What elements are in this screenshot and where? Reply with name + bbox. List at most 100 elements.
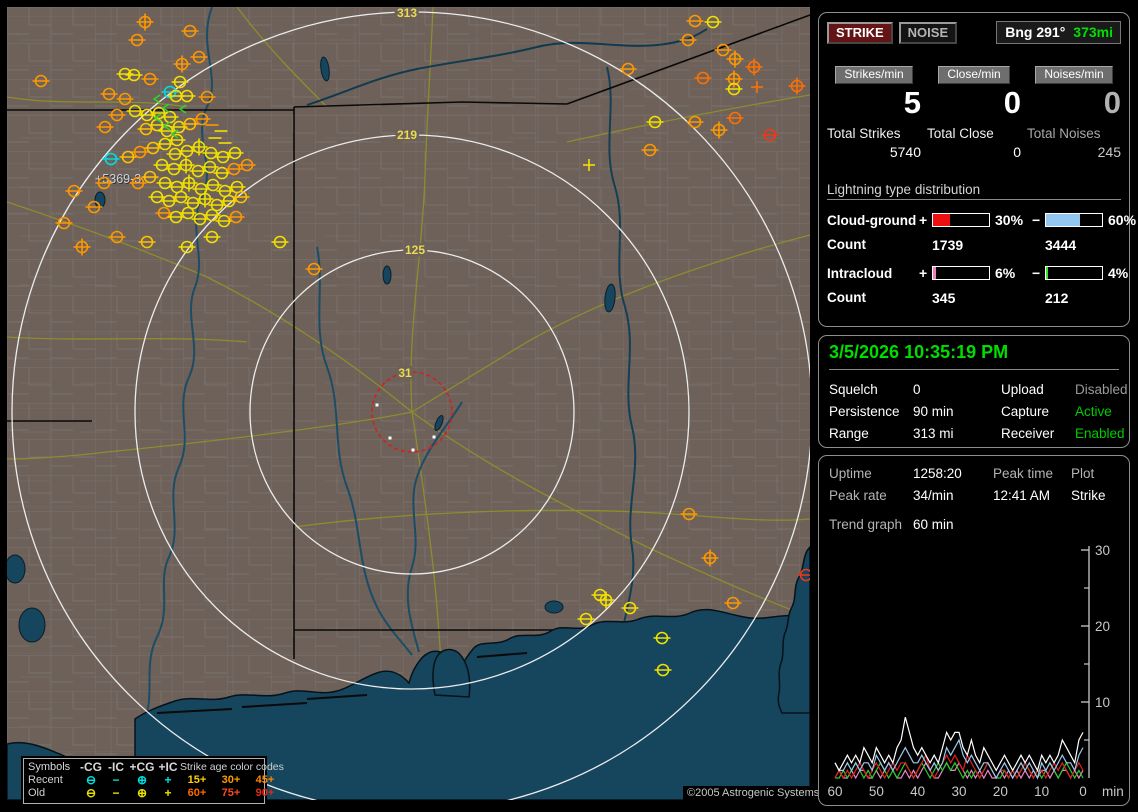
age-90: 90+ <box>255 787 275 799</box>
intracloud-count-row: Count 345 212 <box>827 290 1121 306</box>
app-root: { "header": { "strike_btn": "STRIKE", "n… <box>0 0 1138 812</box>
minus-sign: − <box>1032 265 1041 281</box>
peak-rate-label: Peak rate <box>829 488 887 503</box>
close-per-min-counter: Close/min 0 Total Close 0 <box>927 66 1021 160</box>
count-label: Count <box>827 237 866 252</box>
ic-positive-count: 345 <box>932 290 956 306</box>
plot-value: Strike <box>1071 488 1106 503</box>
cg-negative-pct: 60% <box>1108 212 1137 228</box>
datetime-display: 3/5/2026 10:35:19 PM <box>829 342 1119 370</box>
noise-toggle-button[interactable]: NOISE <box>898 21 958 44</box>
ic-negative-count: 212 <box>1045 290 1069 306</box>
circle-plus-icon: ⊕ <box>136 786 148 800</box>
squelch-value: 0 <box>913 382 921 397</box>
map-canvas: 31321912531 +5369-3 <box>7 7 810 800</box>
strike-stats-panel: STRIKE NOISE Bng 291° 373mi Strikes/min 5… <box>818 12 1136 327</box>
noises-per-min-label: Noises/min <box>1035 66 1113 84</box>
svg-text:min: min <box>1102 784 1124 799</box>
copyright-text: ©2005 Astrogenic Systems <box>683 786 825 801</box>
ic-negative-pct: 4% <box>1108 265 1129 281</box>
receiver-status: Enabled <box>1075 426 1125 441</box>
svg-text:219: 219 <box>397 128 417 142</box>
minus-icon: − <box>112 786 120 800</box>
capture-label: Capture <box>1001 404 1050 419</box>
ic-positive-bar <box>932 266 990 280</box>
svg-text:30: 30 <box>951 784 966 799</box>
svg-text:0: 0 <box>1079 784 1087 799</box>
total-close-label: Total Close <box>927 126 994 141</box>
cloud-ground-label: Cloud-ground <box>827 212 917 228</box>
uptime-label: Uptime <box>829 466 872 481</box>
age-30: 30+ <box>221 774 241 786</box>
count-label: Count <box>827 290 866 305</box>
minus-sign: − <box>1032 212 1041 228</box>
lightning-map[interactable]: 313 219 125 31 +5369-3 Symbols -CG -IC +CG … <box>7 7 825 804</box>
legend-old-label: Old <box>28 787 46 799</box>
bearing-value: Bng 291° <box>1005 24 1066 40</box>
noises-per-min-value: 0 <box>1103 85 1121 120</box>
age-45: 45+ <box>255 774 275 786</box>
capture-status: Active <box>1075 404 1112 419</box>
cloud-ground-count-row: Count 1739 3444 <box>827 237 1121 253</box>
total-noises-value: 245 <box>1097 144 1121 160</box>
cloud-ground-row: Cloud-ground + 30% − 60% <box>827 212 1136 228</box>
legend-symbols-header: Symbols <box>28 761 71 773</box>
upload-status: Disabled <box>1075 382 1128 397</box>
peak-time-label: Peak time <box>993 466 1054 481</box>
strikes-per-min-counter: Strikes/min 5 Total Strikes 5740 <box>827 66 921 160</box>
svg-text:31: 31 <box>398 366 412 380</box>
noises-per-min-counter: Noises/min 0 Total Noises 245 <box>1027 66 1121 160</box>
squelch-label: Squelch <box>829 382 878 397</box>
range-value: 313 mi <box>913 426 954 441</box>
cg-negative-count: 3444 <box>1045 237 1077 253</box>
ic-positive-pct: 6% <box>995 265 1016 281</box>
legend-recent-label: Recent <box>28 774 63 786</box>
peak-time-value: 12:41 AM <box>993 488 1051 503</box>
range-label: Range <box>829 426 869 441</box>
distribution-title: Lightning type distribution <box>827 182 1121 200</box>
uptime-value: 1258:20 <box>913 466 962 481</box>
svg-text:125: 125 <box>405 243 425 257</box>
close-per-min-label: Close/min <box>938 66 1010 84</box>
plus-sign: + <box>919 212 928 228</box>
trend-graph-value: 60 min <box>913 517 954 532</box>
trend-panel: Uptime 1258:20 Peak time Plot Peak rate … <box>818 455 1130 806</box>
svg-text:313: 313 <box>397 7 417 20</box>
svg-text:60: 60 <box>827 784 842 799</box>
intracloud-row: Intracloud + 6% − 4% <box>827 265 1128 281</box>
upload-label: Upload <box>1001 382 1044 397</box>
svg-text:20: 20 <box>993 784 1008 799</box>
strikes-per-min-value: 5 <box>903 85 921 120</box>
symbol-legend: Symbols -CG -IC +CG +IC Strike age color… <box>23 758 284 804</box>
trend-graph-label: Trend graph <box>829 517 903 532</box>
svg-text:20: 20 <box>1095 619 1110 634</box>
svg-text:40: 40 <box>910 784 925 799</box>
status-panel: 3/5/2026 10:35:19 PM Squelch 0 Upload Di… <box>818 335 1130 448</box>
ic-negative-bar <box>1045 266 1103 280</box>
svg-text:50: 50 <box>869 784 884 799</box>
intracloud-label: Intracloud <box>827 265 893 281</box>
distance-value: 373mi <box>1073 24 1113 40</box>
total-strikes-value: 5740 <box>889 144 921 160</box>
strike-toggle-button[interactable]: STRIKE <box>827 21 893 44</box>
persistence-value: 90 min <box>913 404 954 419</box>
circle-minus-icon: ⊖ <box>85 786 97 800</box>
age-75: 75+ <box>221 787 241 799</box>
sidebar: STRIKE NOISE Bng 291° 373mi Strikes/min 5… <box>818 0 1136 812</box>
bearing-readout: Bng 291° 373mi <box>996 21 1121 44</box>
receiver-label: Receiver <box>1001 426 1055 441</box>
age-15: 15+ <box>187 774 207 786</box>
total-noises-label: Total Noises <box>1027 126 1101 141</box>
peak-rate-value: 34/min <box>913 488 954 503</box>
cg-positive-pct: 30% <box>995 212 1024 228</box>
cg-negative-bar <box>1045 213 1103 227</box>
age-60: 60+ <box>187 787 207 799</box>
svg-text:10: 10 <box>1034 784 1049 799</box>
plus-sign: + <box>919 265 928 281</box>
trend-graph-chart: 10 20 30 60 50 40 30 20 10 0 min <box>827 543 1124 799</box>
plus-icon: + <box>164 786 172 800</box>
strikes-per-min-label: Strikes/min <box>835 66 913 84</box>
svg-text:30: 30 <box>1095 543 1110 558</box>
close-per-min-value: 0 <box>1003 85 1021 120</box>
persistence-label: Persistence <box>829 404 900 419</box>
